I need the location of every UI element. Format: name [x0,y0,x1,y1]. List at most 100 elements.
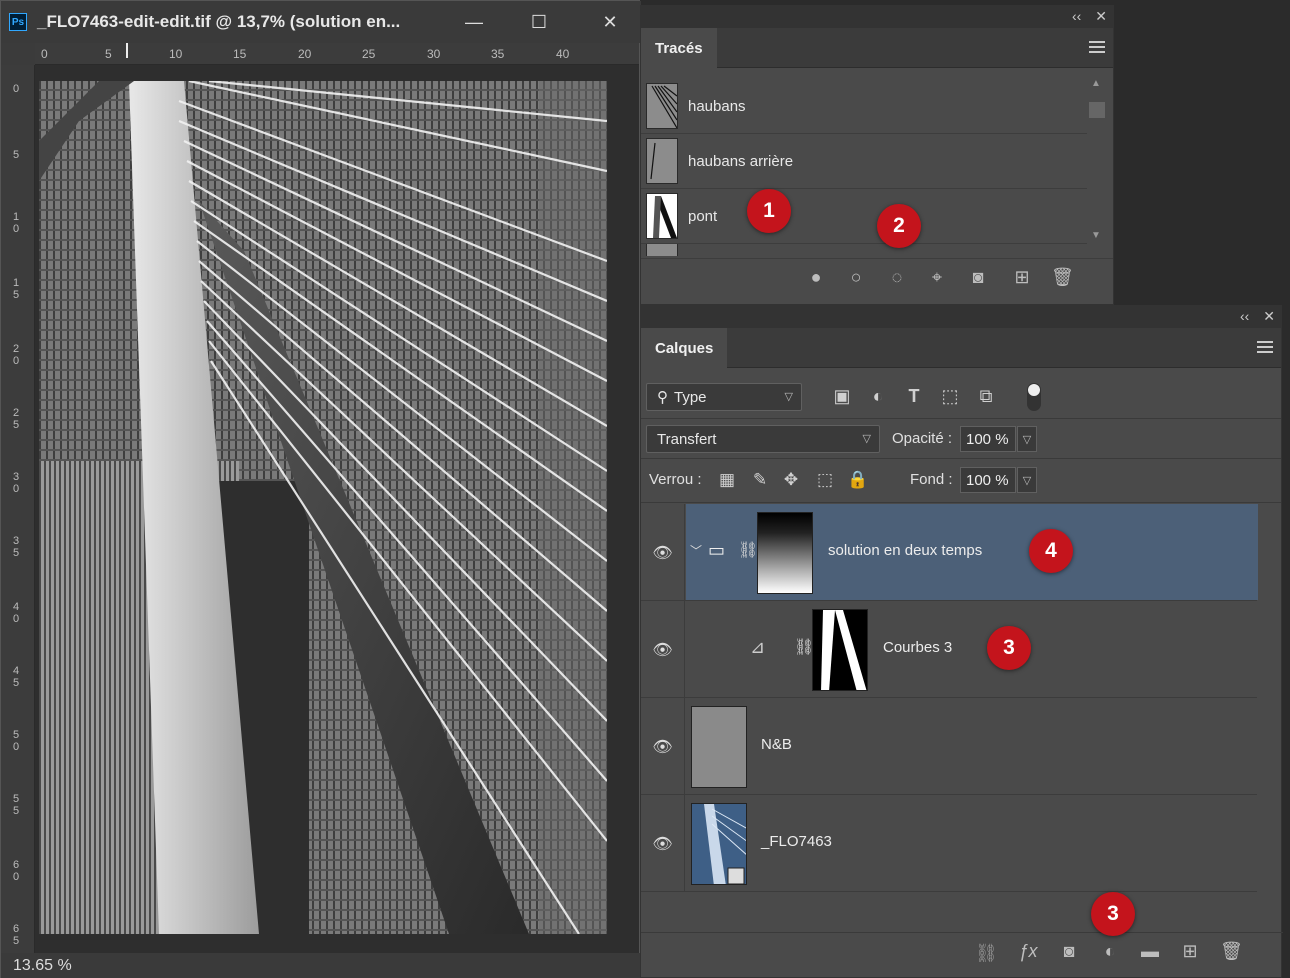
new-group-icon[interactable]: ▬ [1139,941,1161,962]
ruler-tick-label: 30 [12,471,20,495]
fill-path-icon[interactable]: ● [805,267,827,288]
smart-object-filter-icon[interactable]: ⧉ [975,386,997,407]
layer-row-courbes-3[interactable]: 👁 ⊿ ⛓ Courbes 3 [641,601,1257,698]
ruler-tick-label: 5 [12,149,20,161]
fill-dropdown-icon[interactable]: ▽ [1017,467,1037,493]
path-thumbnail [646,193,678,239]
adjustment-filter-icon[interactable]: ◐ [867,386,889,407]
link-icon[interactable]: ⛓ [738,540,758,560]
ruler-tick-label: 40 [556,47,570,61]
layer-name[interactable]: Courbes 3 [883,639,952,656]
ruler-tick-label: 55 [12,793,20,817]
visibility-eye-icon[interactable]: 👁 [641,601,685,698]
new-path-icon[interactable]: ⊞ [1011,267,1033,288]
scroll-down-icon[interactable]: ▼ [1091,230,1101,241]
visibility-eye-icon[interactable]: 👁 [641,504,685,601]
ruler-tick-label: 35 [12,535,20,559]
layer-row-flo7463[interactable]: 👁 _FLO7463 [641,795,1257,892]
close-button[interactable]: ✕ [595,9,625,35]
status-bar: 13.65 % [1,953,641,978]
add-mask-icon[interactable]: ◙ [967,267,989,288]
scroll-up-icon[interactable]: ▲ [1091,78,1101,89]
close-panel-icon[interactable]: ✕ [1263,308,1275,325]
layer-filter-select[interactable]: ⚲ Type ▽ [646,383,802,411]
ruler-cursor-marker [126,43,128,58]
collapse-panel-icon[interactable]: ‹‹ [1072,8,1081,25]
type-filter-icon[interactable]: T [903,386,925,407]
opacity-field[interactable]: 100 % [960,426,1016,452]
zoom-level[interactable]: 13.65 % [13,957,72,975]
layers-panel: ‹‹ ✕ Calques ⚲ Type ▽ ▣ ◐ T ⬚ ⧉ Transfer… [640,305,1283,978]
adjustment-layer-icon[interactable]: ◐ [1099,941,1121,962]
delete-icon[interactable]: 🗑 [1051,267,1074,288]
panel-drag-strip[interactable]: ‹‹ ✕ [641,6,1113,28]
tab-layers[interactable]: Calques [641,328,728,368]
maximize-button[interactable]: ☐ [524,9,554,35]
lock-all-icon[interactable]: 🔒 [847,470,869,490]
visibility-eye-icon[interactable]: 👁 [641,698,685,795]
layer-thumbnail[interactable] [691,803,747,885]
path-row-haubans[interactable]: haubans [641,79,1087,134]
stroke-path-icon[interactable]: ○ [845,267,867,288]
collapse-panel-icon[interactable]: ‹‹ [1240,308,1249,325]
layer-name[interactable]: N&B [761,736,792,753]
make-path-icon[interactable]: ⌖ [926,267,948,288]
layer-body[interactable]: ﹀ ▭ ⛓ solution en deux temps [686,504,1258,600]
opacity-dropdown-icon[interactable]: ▽ [1017,426,1037,452]
blend-mode-select[interactable]: Transfert ▽ [646,425,880,453]
link-layers-icon[interactable]: ⛓ [975,943,998,964]
layer-body[interactable]: N&B [686,698,1258,794]
panel-drag-strip[interactable]: ‹‹ ✕ [641,306,1281,328]
ruler-tick-label: 0 [41,47,48,61]
expand-chevron-icon[interactable]: ﹀ [690,542,702,559]
layer-thumbnail[interactable] [691,706,747,788]
layer-name[interactable]: _FLO7463 [761,833,832,850]
filter-toggle[interactable] [1027,383,1041,411]
layer-mask-thumbnail[interactable] [757,512,813,594]
load-selection-icon[interactable]: ◌ [886,267,908,288]
lock-transparency-icon[interactable]: ▦ [716,470,738,490]
vertical-ruler[interactable]: 0 5 10 15 20 25 30 35 40 45 50 55 60 65 [1,65,35,953]
panel-menu-icon[interactable] [1257,341,1273,353]
folder-icon: ▭ [708,540,726,560]
path-thumbnail [646,244,678,256]
visibility-eye-icon[interactable]: 👁 [641,795,685,892]
ruler-tick-label: 35 [491,47,505,61]
minimize-button[interactable]: — [459,9,489,35]
layer-body[interactable]: _FLO7463 [686,795,1258,891]
fill-field[interactable]: 100 % [960,467,1016,493]
pixel-filter-icon[interactable]: ▣ [831,386,853,407]
document-titlebar[interactable]: Ps _FLO7463-edit-edit.tif @ 13,7% (solut… [1,1,641,43]
layer-row-solution-en-deux-temps[interactable]: 👁 ﹀ ▭ ⛓ solution en deux temps [641,504,1258,601]
lock-artboard-icon[interactable]: ⬚ [814,470,836,490]
path-thumbnail [646,138,678,184]
ruler-tick-label: 10 [12,211,20,235]
panel-menu-icon[interactable] [1089,41,1105,53]
tab-paths[interactable]: Tracés [641,28,717,68]
path-row-pont[interactable]: pont [641,189,1087,244]
chevron-down-icon: ▽ [784,391,793,403]
fx-icon[interactable]: ƒx [1017,941,1039,962]
path-row-haubans-arriere[interactable]: haubans arrière [641,134,1087,189]
add-mask-icon[interactable]: ◙ [1058,941,1080,962]
canvas-area[interactable] [35,65,639,953]
scroll-thumb[interactable] [1089,102,1105,118]
lock-pixels-icon[interactable]: ✎ [749,470,771,490]
annotation-badge-3-footer: 3 [1091,892,1135,936]
bridge-photo[interactable] [39,81,607,934]
layer-row-nb[interactable]: 👁 N&B [641,698,1257,795]
horizontal-ruler[interactable]: 0 5 10 15 20 25 30 35 40 [35,43,639,65]
ruler-tick-label: 5 [105,47,112,61]
new-layer-icon[interactable]: ⊞ [1179,941,1201,962]
delete-icon[interactable]: 🗑 [1220,941,1243,962]
shape-filter-icon[interactable]: ⬚ [939,386,961,407]
layer-body[interactable]: ⊿ ⛓ Courbes 3 [686,601,1258,697]
divider [641,418,1281,419]
layer-name[interactable]: solution en deux temps [828,542,982,559]
layer-mask-thumbnail[interactable] [812,609,868,691]
close-panel-icon[interactable]: ✕ [1095,8,1107,25]
lock-position-icon[interactable]: ✥ [780,470,802,490]
paths-scrollbar[interactable]: ▲ ▼ [1089,78,1105,248]
paths-tabbar: Tracés [641,28,1113,68]
path-label: pont [688,207,718,225]
